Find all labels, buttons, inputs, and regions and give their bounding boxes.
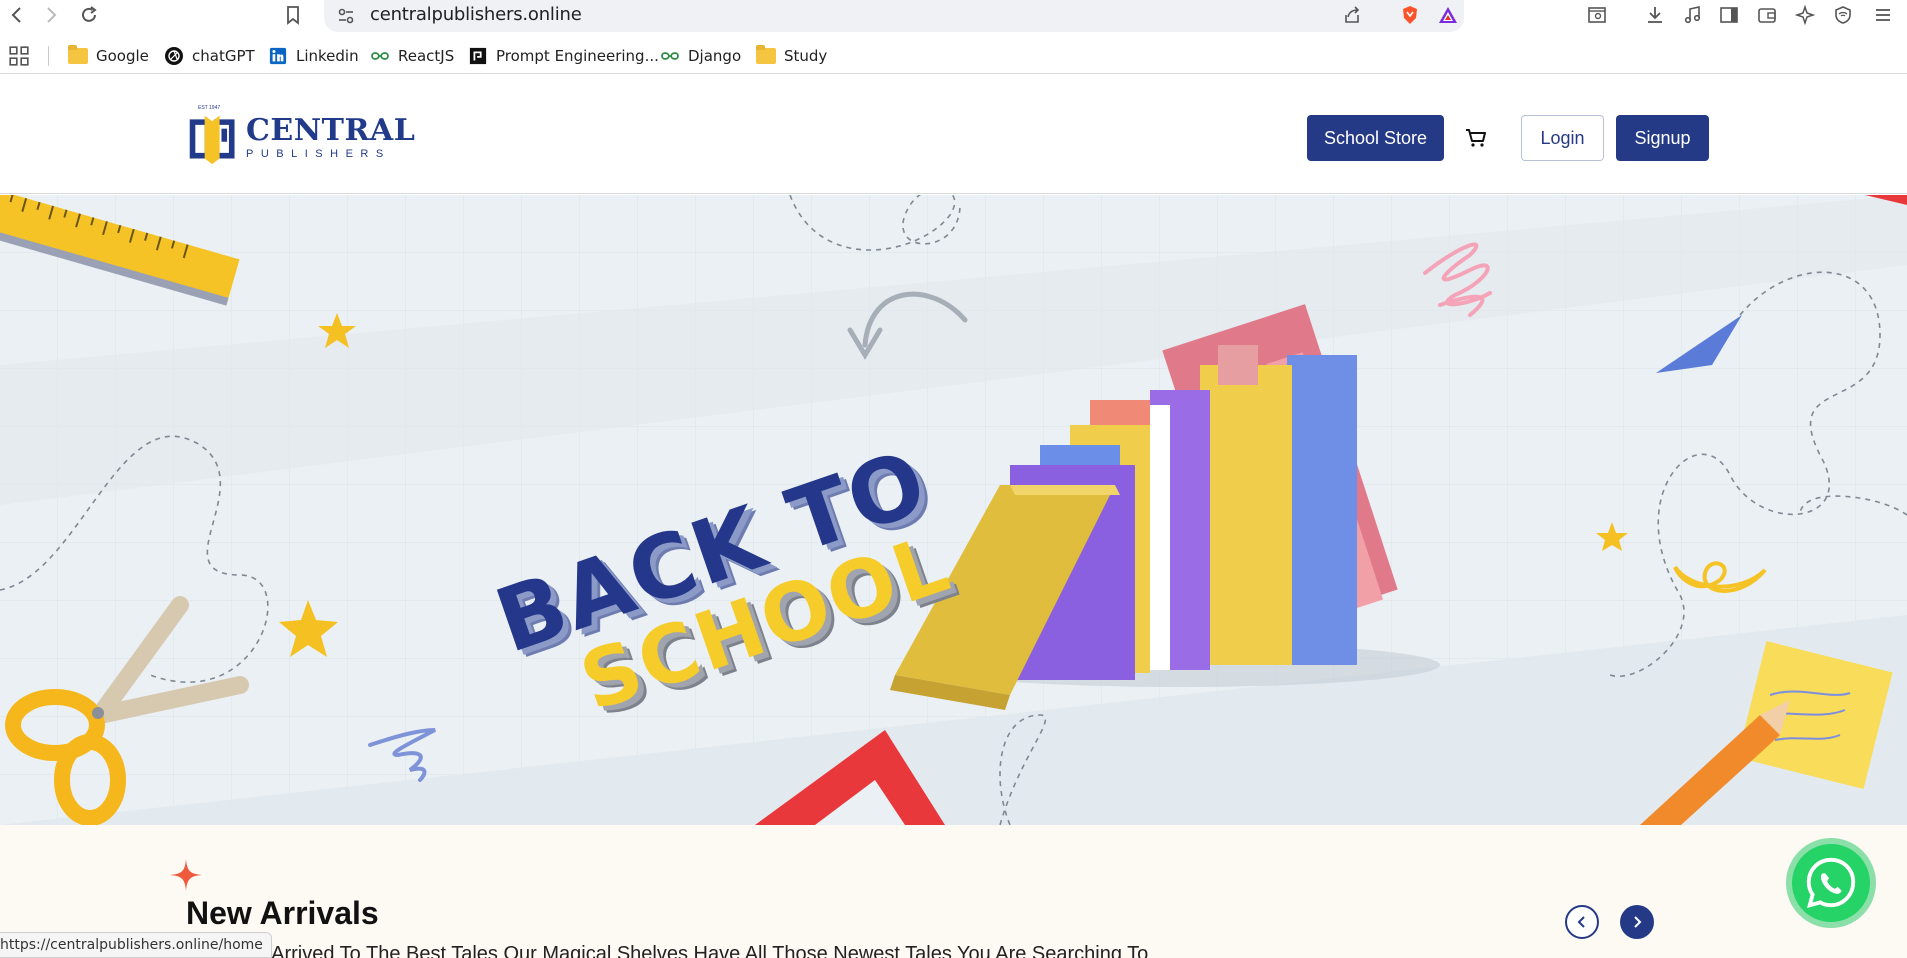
bookmark-django[interactable]: Django (660, 44, 741, 68)
bookmark-chatgpt[interactable]: chatGPT (164, 44, 255, 68)
media-icon[interactable] (1680, 2, 1706, 28)
reader-mode-icon[interactable] (1584, 2, 1610, 28)
brave-shields-icon[interactable] (1398, 3, 1422, 27)
browser-window: { "browser": { "url": "centralpublishers… (0, 0, 1907, 958)
share-icon[interactable] (1340, 3, 1364, 27)
site-header: EST 1947 CENTRAL PUBLISHERS School Store… (0, 81, 1907, 194)
bookmark-linkedin[interactable]: Linkedin (268, 44, 359, 68)
hero-illustration (0, 195, 1907, 825)
logo-est-text: EST 1947 (198, 105, 221, 111)
back-icon[interactable] (4, 2, 30, 28)
browser-toolbar: centralpublishers.online (0, 0, 1907, 36)
whatsapp-icon (1806, 857, 1856, 908)
apps-icon[interactable] (8, 44, 30, 68)
book-logo-icon (189, 115, 235, 165)
hero-banner[interactable]: BACK TO SCHOOL (0, 195, 1907, 825)
status-bar-url: https://centralpublishers.online/home (0, 932, 272, 958)
bookmarks-bar: Google chatGPT Linkedin ReactJS Prompt E… (0, 38, 1907, 74)
linkedin-icon (268, 47, 288, 65)
whatsapp-chat-button[interactable] (1786, 838, 1876, 928)
logo-subtitle: PUBLISHERS (246, 148, 391, 160)
login-button[interactable]: Login (1521, 115, 1604, 161)
site-settings-icon[interactable] (336, 6, 356, 26)
logo-title: CENTRAL (246, 113, 416, 148)
forward-icon[interactable] (38, 2, 64, 28)
bookmark-label: Django (688, 47, 742, 65)
prompt-icon (468, 47, 488, 65)
bookmarks-divider (48, 46, 49, 66)
bookmark-study[interactable]: Study (756, 44, 827, 68)
folder-icon (756, 45, 776, 65)
folder-icon (68, 45, 88, 65)
bookmark-label: Linkedin (296, 47, 359, 65)
downloads-icon[interactable] (1642, 2, 1668, 28)
bookmark-label: chatGPT (192, 47, 255, 65)
leo-ai-icon[interactable] (1792, 2, 1818, 28)
gfg-icon (660, 47, 680, 65)
bookmark-label: Google (96, 47, 149, 65)
bookmark-reactjs[interactable]: ReactJS (370, 44, 454, 68)
new-arrivals-title: New Arrivals (186, 895, 379, 931)
brave-rewards-icon[interactable] (1436, 3, 1460, 27)
bookmark-page-icon[interactable] (280, 2, 306, 28)
vpn-icon[interactable] (1830, 2, 1856, 28)
carousel-prev-button[interactable] (1565, 905, 1599, 939)
bookmark-label: ReactJS (398, 47, 455, 65)
url-text[interactable]: centralpublishers.online (370, 4, 582, 25)
bookmark-label: Study (784, 47, 828, 65)
bookmark-google[interactable]: Google (68, 44, 149, 68)
sidebar-icon[interactable] (1716, 2, 1742, 28)
gfg-icon (370, 47, 390, 65)
new-arrivals-description: Just Arrived To The Best Tales Our Magic… (230, 943, 1149, 958)
carousel-next-button[interactable] (1620, 905, 1654, 939)
signup-button[interactable]: Signup (1616, 115, 1709, 161)
logo-wordmark: CENTRAL PUBLISHERS (246, 113, 416, 161)
sparkle-icon (168, 857, 204, 893)
reload-icon[interactable] (76, 2, 102, 28)
school-store-button[interactable]: School Store (1307, 115, 1444, 161)
site-logo[interactable]: EST 1947 CENTRAL PUBLISHERS (186, 105, 415, 169)
bookmark-prompt-engineering[interactable]: Prompt Engineering... (468, 44, 659, 68)
cart-icon[interactable] (1464, 126, 1490, 152)
chevron-right-icon (1634, 916, 1642, 928)
bookmark-label: Prompt Engineering... (496, 47, 659, 65)
menu-icon[interactable] (1870, 2, 1896, 28)
wallet-icon[interactable] (1754, 2, 1780, 28)
chatgpt-icon (164, 47, 184, 65)
new-arrivals-section: New Arrivals Just Arrived To The Best Ta… (0, 825, 1907, 958)
address-bar[interactable]: centralpublishers.online (324, 0, 1464, 32)
chevron-left-icon (1577, 916, 1585, 928)
